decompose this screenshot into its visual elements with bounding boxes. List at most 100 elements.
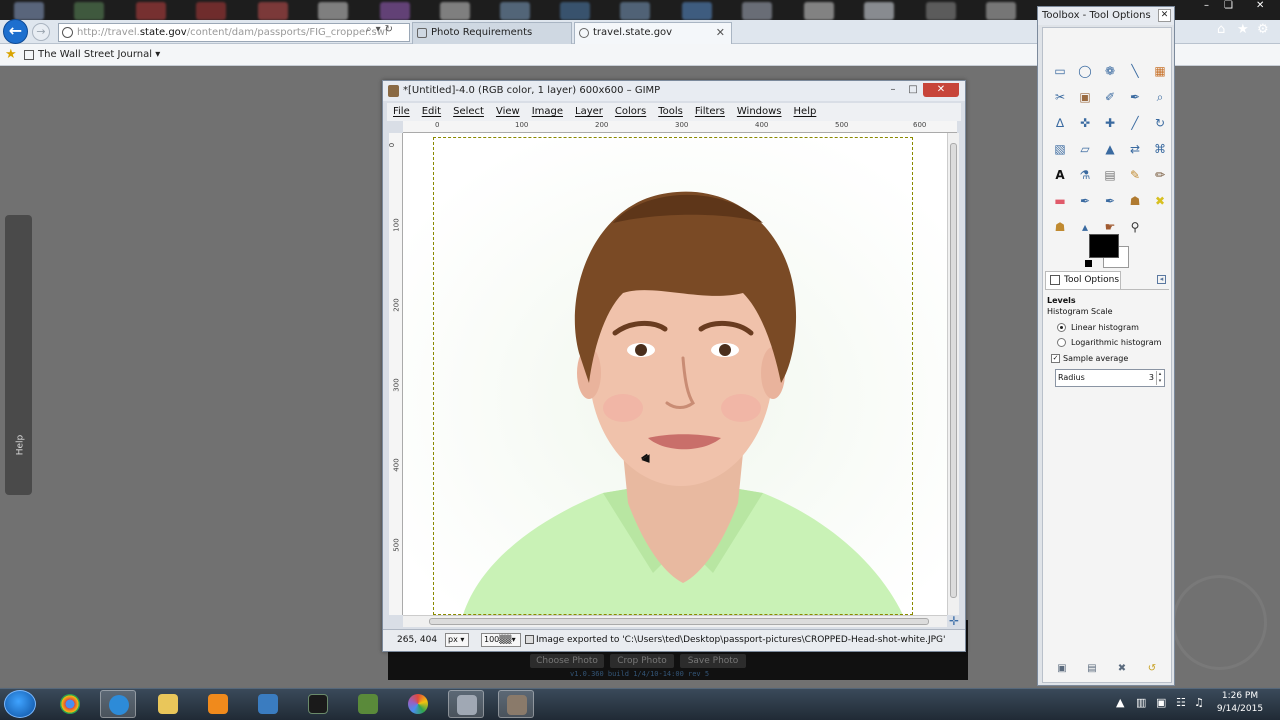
unit-select[interactable]: px ▾ [445,633,469,647]
navigate-icon[interactable]: ✛ [949,615,963,627]
crop-photo-button[interactable]: Crop Photo [610,654,674,668]
perspective-icon[interactable]: ▲ [1101,140,1119,158]
bucket-fill-icon[interactable]: ⚗ [1076,166,1094,184]
paths-icon[interactable]: ✐ [1101,88,1119,106]
sample-average-checkbox[interactable]: ✓ [1051,354,1060,363]
menu-image[interactable]: Image [526,103,569,121]
network-icon[interactable]: ▥ [1136,696,1146,709]
dropdown-icon[interactable]: ▾ [376,24,385,35]
display-icon[interactable]: ▣ [1156,696,1166,709]
system-clock[interactable]: 1:26 PM 9/14/2015 [1212,690,1268,716]
wifi-icon[interactable]: ☷ [1176,696,1186,709]
crop-icon[interactable]: ╱ [1126,114,1144,132]
favorite-wsj[interactable]: The Wall Street Journal ▾ [24,49,160,60]
save-photo-button[interactable]: Save Photo [680,654,746,668]
heal-icon[interactable]: ✖ [1151,192,1169,210]
gimp-taskbar-button[interactable] [498,690,534,718]
help-tab[interactable]: Help [5,215,32,495]
gimp-title-bar[interactable]: *[Untitled]-4.0 (RGB color, 1 layer) 600… [383,81,965,101]
tab-tool-options[interactable]: Tool Options [1045,271,1121,289]
text-icon[interactable]: A [1051,166,1069,184]
ie-taskbar-button[interactable] [100,690,136,718]
menu-select[interactable]: Select [447,103,490,121]
close-button[interactable]: ✕ [923,83,959,97]
toolbox-title-bar[interactable]: Toolbox - Tool Options ✕ [1038,7,1174,25]
media-taskbar-button[interactable] [200,690,236,718]
menu-filters[interactable]: Filters [689,103,731,121]
menu-edit[interactable]: Edit [416,103,447,121]
dodge-burn-icon[interactable]: ⚲ [1126,218,1144,236]
menu-windows[interactable]: Windows [731,103,788,121]
terminal-taskbar-button[interactable] [300,690,336,718]
foreground-color-swatch[interactable] [1089,234,1119,258]
close-button[interactable]: ✕ [1256,0,1264,11]
radius-spinner[interactable]: ▴ ▾ [1156,371,1163,385]
delete-options-icon[interactable]: ✖ [1115,662,1129,676]
panel-menu-icon[interactable]: ◂ [1157,275,1166,284]
paintbrush-icon[interactable]: ✏ [1151,166,1169,184]
scroll-thumb[interactable] [429,618,929,625]
color-select-icon[interactable]: ▦ [1151,62,1169,80]
radius-field[interactable]: Radius 3 ▴ ▾ [1055,369,1165,387]
home-icon[interactable]: ⌂ [1217,22,1225,37]
align-icon[interactable]: ✚ [1101,114,1119,132]
back-button[interactable]: ← [3,19,28,44]
menu-tools[interactable]: Tools [652,103,689,121]
reset-colors-icon[interactable] [1085,260,1092,267]
star-icon[interactable]: ★ [1237,22,1249,37]
scale-icon[interactable]: ▧ [1051,140,1069,158]
menu-view[interactable]: View [490,103,526,121]
flip-icon[interactable]: ⇄ [1126,140,1144,158]
save-options-icon[interactable]: ▣ [1055,662,1069,676]
reset-options-icon[interactable]: ↺ [1145,662,1159,676]
eraser-icon[interactable]: ▬ [1051,192,1069,210]
close-button[interactable]: ✕ [1158,9,1171,22]
fuzzy-select-icon[interactable]: ╲ [1126,62,1144,80]
airbrush-icon[interactable]: ✒ [1076,192,1094,210]
measure-icon[interactable]: ∆ [1051,114,1069,132]
blend-icon[interactable]: ▤ [1101,166,1119,184]
perspective-clone-icon[interactable]: ☗ [1051,218,1069,236]
address-bar[interactable]: http://travel.state.gov/content/dam/pass… [58,23,410,42]
rotate-icon[interactable]: ↻ [1151,114,1169,132]
image-canvas[interactable] [403,133,957,615]
minimize-button[interactable]: – [1204,0,1209,11]
clone-icon[interactable]: ☗ [1126,192,1144,210]
picasa-taskbar-button[interactable] [400,690,436,718]
search-icon[interactable]: ⌕ [366,24,376,35]
start-button[interactable] [4,690,36,718]
choose-photo-button[interactable]: Choose Photo [530,654,604,668]
chrome-taskbar-button[interactable] [52,690,88,718]
scissors-select-icon[interactable]: ✂ [1051,88,1069,106]
rect-select-icon[interactable]: ▭ [1051,62,1069,80]
menu-colors[interactable]: Colors [609,103,652,121]
restore-button[interactable]: ❏ [1224,0,1233,11]
horizontal-scrollbar[interactable] [403,615,947,627]
maximize-button[interactable]: □ [903,83,923,97]
ink-icon[interactable]: ✒ [1101,192,1119,210]
explorer-taskbar-button[interactable] [150,690,186,718]
minecraft-taskbar-button[interactable] [350,690,386,718]
minimize-button[interactable]: – [883,83,903,97]
gear-icon[interactable]: ⚙ [1257,22,1269,37]
tab-close-icon[interactable]: ✕ [716,23,725,43]
color-picker-icon[interactable]: ✒ [1126,88,1144,106]
menu-file[interactable]: File [387,103,416,121]
move-icon[interactable]: ✜ [1076,114,1094,132]
restore-options-icon[interactable]: ▤ [1085,662,1099,676]
tray-expand-icon[interactable]: ▲ [1116,696,1124,709]
volume-icon[interactable]: ♫ [1194,696,1204,709]
refresh-icon[interactable]: ↻ [385,24,397,35]
pencil-icon[interactable]: ✎ [1126,166,1144,184]
forward-button[interactable]: → [32,23,50,41]
free-select-icon[interactable]: ❁ [1101,62,1119,80]
shear-icon[interactable]: ▱ [1076,140,1094,158]
tab-photo-requirements[interactable]: Photo Requirements [412,22,572,44]
app-taskbar-button[interactable] [250,690,286,718]
linear-histogram-radio[interactable] [1057,323,1066,332]
menu-help[interactable]: Help [788,103,823,121]
ellipse-select-icon[interactable]: ◯ [1076,62,1094,80]
zoom-icon[interactable]: ⌕ [1151,88,1169,106]
menu-layer[interactable]: Layer [569,103,609,121]
foreground-select-icon[interactable]: ▣ [1076,88,1094,106]
